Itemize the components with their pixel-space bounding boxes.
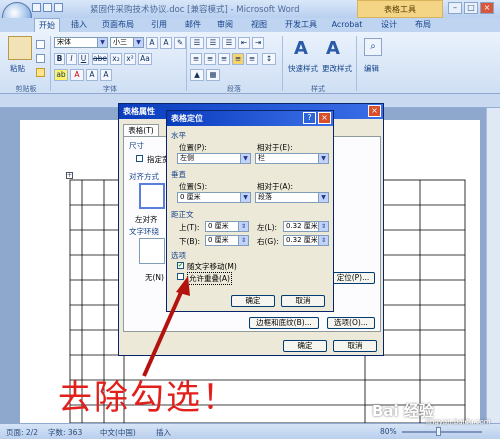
zoom-slider[interactable] <box>402 431 482 433</box>
watermark-url: jingyan.baidu.com <box>426 418 491 426</box>
status-bar: 页面: 2/2 字数: 363 中文(中国) 插入 80% <box>0 423 500 439</box>
language-status[interactable]: 中文(中国) <box>100 427 136 438</box>
annotation-text: 去除勾选！ <box>58 378 238 418</box>
zoom-level[interactable]: 80% <box>380 427 397 436</box>
page-count[interactable]: 页面: 2/2 <box>6 427 38 438</box>
watermark-logo: Bai 经验 <box>372 402 434 420</box>
word-count[interactable]: 字数: 363 <box>48 427 82 438</box>
zoom-slider-thumb[interactable] <box>436 427 441 436</box>
insert-mode[interactable]: 插入 <box>156 427 171 438</box>
